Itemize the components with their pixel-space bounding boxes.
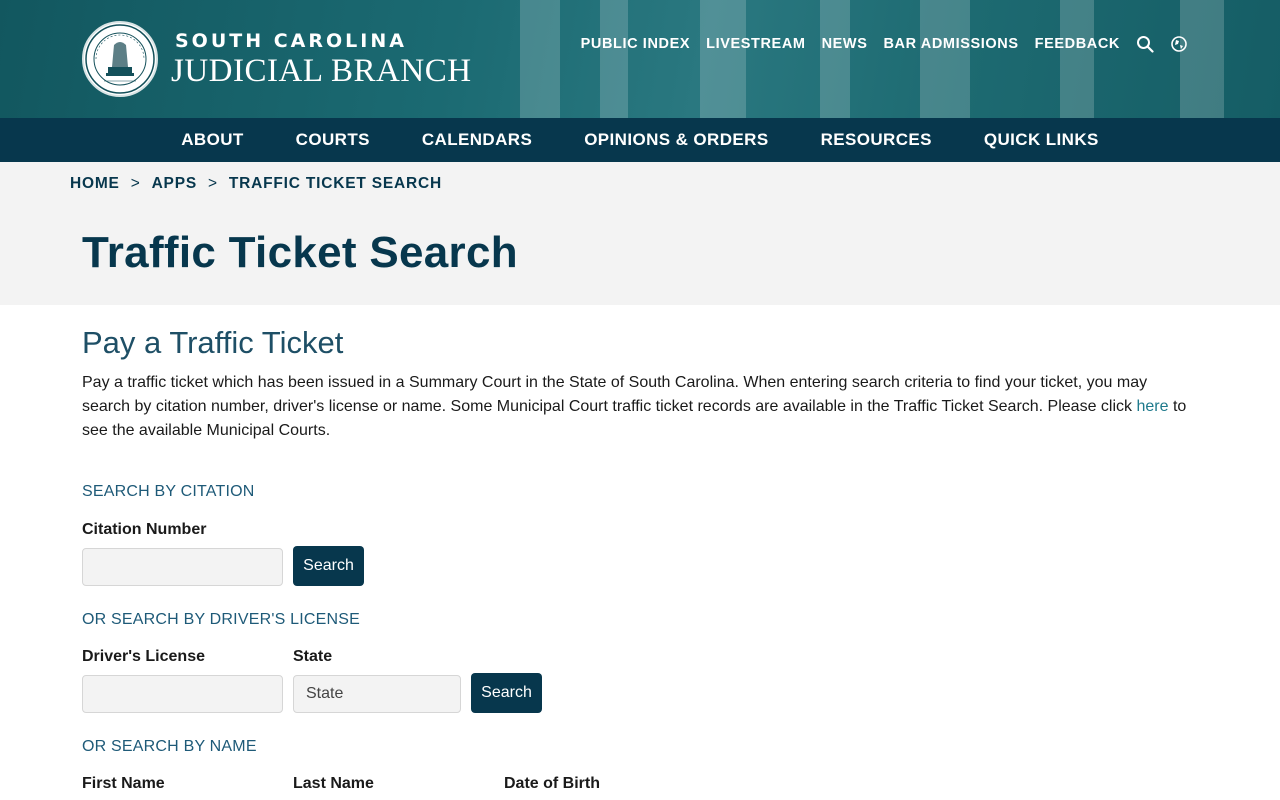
breadcrumb: HOME > APPS > TRAFFIC TICKET SEARCH [70,175,442,193]
search-icon[interactable] [1136,35,1154,53]
citation-search-heading: SEARCH BY CITATION [82,483,255,500]
nav-item-opinions-orders[interactable]: OPINIONS & ORDERS [584,130,768,150]
nav-item-resources[interactable]: RESOURCES [821,130,932,150]
site-header: SOUTH CAROLINA JUDICIAL BRANCH PUBLIC IN… [0,0,1280,118]
breadcrumb-separator: > [207,175,218,192]
first-name-label: First Name [82,775,165,792]
section-heading: Pay a Traffic Ticket [82,325,344,360]
last-name-label: Last Name [293,775,374,792]
brand-title[interactable]: JUDICIAL BRANCH [171,53,472,90]
page-hero: HOME > APPS > TRAFFIC TICKET SEARCH Traf… [0,162,1280,305]
drivers-license-label: Driver's License [82,648,205,665]
citation-number-label: Citation Number [82,521,207,538]
util-link-feedback[interactable]: FEEDBACK [1035,36,1120,52]
util-link-public-index[interactable]: PUBLIC INDEX [581,36,691,52]
util-link-bar-admissions[interactable]: BAR ADMISSIONS [883,36,1018,52]
license-search-button[interactable]: Search [471,673,542,713]
util-link-news[interactable]: NEWS [822,36,868,52]
intro-text: Pay a traffic ticket which has been issu… [82,374,1148,415]
page-title: Traffic Ticket Search [82,228,518,277]
breadcrumb-home[interactable]: HOME [70,175,120,193]
citation-search-button[interactable]: Search [293,546,364,586]
nav-item-about[interactable]: ABOUT [181,130,243,150]
nav-item-quick-links[interactable]: QUICK LINKS [984,130,1099,150]
nav-item-courts[interactable]: COURTS [296,130,370,150]
municipal-courts-link[interactable]: here [1136,398,1168,415]
util-link-livestream[interactable]: LIVESTREAM [706,36,805,52]
seal-logo[interactable] [82,21,158,97]
brand-state: SOUTH CAROLINA [175,30,407,52]
drivers-license-input[interactable] [82,675,283,713]
court-seal-icon [85,24,155,94]
date-of-birth-label: Date of Birth [504,775,600,792]
utility-nav: PUBLIC INDEX LIVESTREAM NEWS BAR ADMISSI… [565,35,1188,53]
breadcrumb-apps[interactable]: APPS [152,175,197,193]
globe-icon[interactable] [1170,35,1188,53]
breadcrumb-separator: > [130,175,141,192]
state-label: State [293,648,333,665]
state-select-value: State [306,685,344,702]
intro-paragraph: Pay a traffic ticket which has been issu… [82,371,1198,443]
citation-number-input[interactable] [82,548,283,586]
breadcrumb-current[interactable]: TRAFFIC TICKET SEARCH [229,175,442,193]
nav-item-calendars[interactable]: CALENDARS [422,130,532,150]
state-select[interactable]: State [293,675,461,713]
main-nav: ABOUT COURTS CALENDARS OPINIONS & ORDERS… [0,118,1280,162]
license-search-heading: OR SEARCH BY DRIVER'S LICENSE [82,611,360,628]
name-search-heading: OR SEARCH BY NAME [82,738,257,755]
